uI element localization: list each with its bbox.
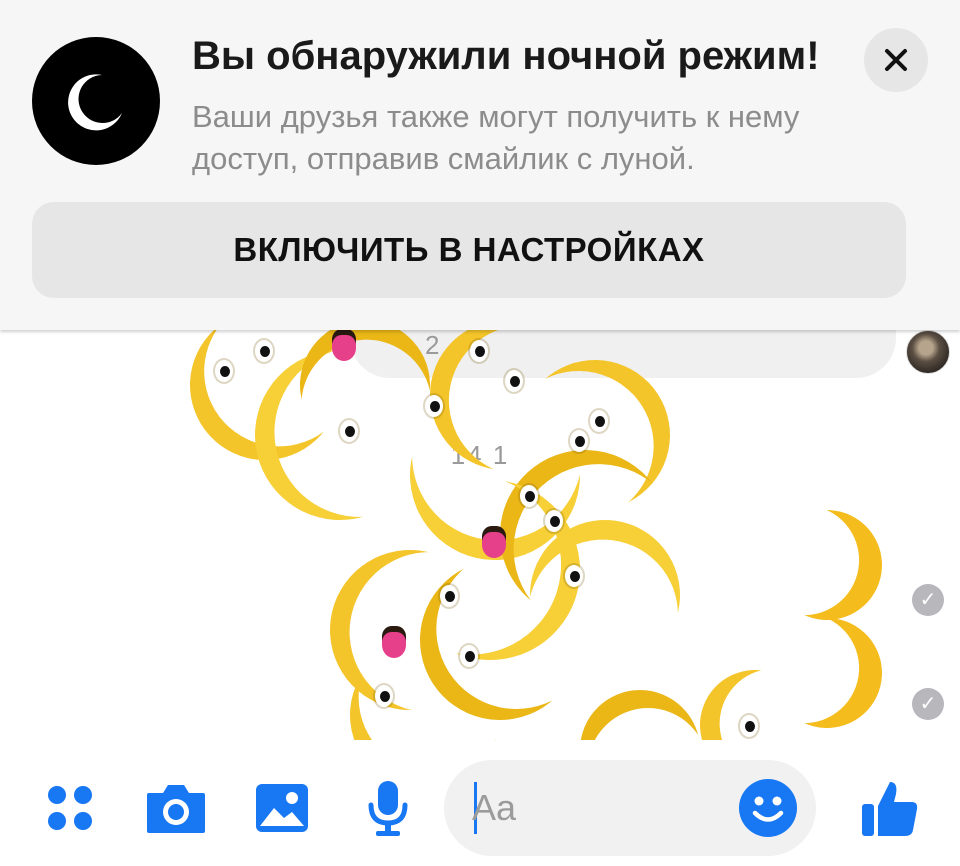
menu-dots-icon xyxy=(48,786,92,830)
avatar[interactable] xyxy=(906,330,950,374)
like-button[interactable] xyxy=(858,776,922,840)
sent-moon-emoji[interactable] xyxy=(765,503,889,627)
smiley-icon xyxy=(739,779,797,837)
message-input-container[interactable] xyxy=(444,760,816,856)
enable-in-settings-button[interactable]: ВКЛЮЧИТЬ В НАСТРОЙКАХ xyxy=(32,202,906,298)
message-composer xyxy=(0,740,960,866)
thumbs-up-icon xyxy=(862,782,918,836)
conversation-area: 2 14 1 🌙 ✓ xyxy=(0,330,960,740)
gallery-button[interactable] xyxy=(250,776,314,840)
close-icon xyxy=(885,49,907,71)
camera-button[interactable] xyxy=(144,776,208,840)
microphone-icon xyxy=(368,781,408,836)
emoji-button[interactable] xyxy=(738,778,798,838)
notice-title: Вы обнаружили ночной режим! xyxy=(192,34,820,78)
night-mode-notice: Вы обнаружили ночной режим! Ваши друзья … xyxy=(0,0,960,330)
gallery-icon xyxy=(256,784,308,832)
microphone-button[interactable] xyxy=(356,776,420,840)
menu-dots-button[interactable] xyxy=(38,776,102,840)
moon-icon xyxy=(32,37,160,165)
message-input[interactable] xyxy=(472,780,722,836)
received-message-time: 2 xyxy=(425,330,440,360)
check-circle-icon: ✓ xyxy=(912,688,944,720)
check-circle-icon: ✓ xyxy=(912,584,944,616)
notice-text: Ваши друзья также могут получить к нему … xyxy=(192,99,800,176)
camera-icon xyxy=(147,785,205,833)
close-button[interactable] xyxy=(864,28,928,92)
